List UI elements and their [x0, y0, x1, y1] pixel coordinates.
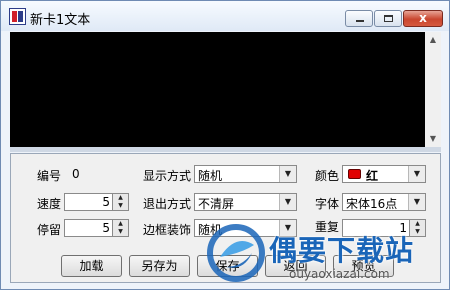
- vertical-scrollbar[interactable]: ▲ ▼: [425, 32, 441, 147]
- scroll-up-icon[interactable]: ▲: [425, 32, 441, 48]
- exit-mode-select[interactable]: 不清屏 ▼: [194, 193, 297, 211]
- font-label: 字体: [315, 197, 340, 211]
- watermark-logo: [207, 224, 265, 282]
- minimize-icon: [356, 20, 364, 22]
- spin-up-icon[interactable]: ▲: [410, 220, 425, 228]
- divider: [10, 147, 441, 152]
- color-select[interactable]: 红 ▼: [342, 165, 426, 183]
- maximize-icon: [384, 15, 393, 22]
- spin-down-icon[interactable]: ▼: [113, 228, 128, 236]
- color-swatch: [348, 169, 361, 179]
- close-icon: x: [419, 11, 427, 25]
- spin-up-icon[interactable]: ▲: [113, 220, 128, 228]
- title-bar[interactable]: 新卡1文本 x: [1, 1, 449, 31]
- chevron-down-icon[interactable]: ▼: [408, 166, 425, 182]
- number-label: 编号: [37, 169, 62, 183]
- text-preview-area[interactable]: [10, 32, 425, 147]
- display-mode-select[interactable]: 随机 ▼: [194, 165, 297, 183]
- exit-mode-value: 不清屏: [198, 197, 235, 211]
- number-value: 0: [72, 167, 80, 181]
- watermark-url: ouyaoxiazai.com: [289, 267, 390, 281]
- app-icon: [9, 8, 26, 25]
- speed-stepper[interactable]: 5 ▲ ▼: [64, 193, 129, 211]
- stay-label: 停留: [37, 223, 62, 237]
- stay-stepper[interactable]: 5 ▲ ▼: [64, 219, 129, 237]
- maximize-button[interactable]: [374, 10, 402, 27]
- save-as-button[interactable]: 另存为: [129, 255, 190, 277]
- color-value: 红: [366, 169, 379, 183]
- speed-value: 5: [102, 195, 110, 209]
- font-value: 宋体16点: [346, 197, 398, 211]
- exit-mode-label: 退出方式: [143, 197, 192, 211]
- chevron-down-icon[interactable]: ▼: [408, 194, 425, 210]
- scroll-down-icon[interactable]: ▼: [425, 131, 441, 147]
- spin-up-icon[interactable]: ▲: [113, 194, 128, 202]
- spin-down-icon[interactable]: ▼: [113, 202, 128, 210]
- watermark-brand: 偶要下载站: [269, 234, 415, 267]
- close-button[interactable]: x: [403, 10, 443, 27]
- speed-label: 速度: [37, 197, 62, 211]
- stay-value: 5: [102, 221, 110, 235]
- minimize-button[interactable]: [345, 10, 373, 27]
- window-title: 新卡1文本: [30, 13, 91, 28]
- display-mode-value: 随机: [198, 169, 223, 183]
- border-label: 边框装饰: [143, 223, 192, 237]
- main-window: 新卡1文本 x ▲ ▼ 编号 0 速度 5 ▲ ▼ 停留 5 ▲ ▼ 显示方式 随机…: [0, 0, 450, 290]
- chevron-down-icon[interactable]: ▼: [279, 166, 296, 182]
- load-button[interactable]: 加载: [61, 255, 122, 277]
- display-mode-label: 显示方式: [143, 169, 192, 183]
- color-label: 颜色: [315, 169, 340, 183]
- chevron-down-icon[interactable]: ▼: [279, 194, 296, 210]
- font-select[interactable]: 宋体16点 ▼: [342, 193, 426, 211]
